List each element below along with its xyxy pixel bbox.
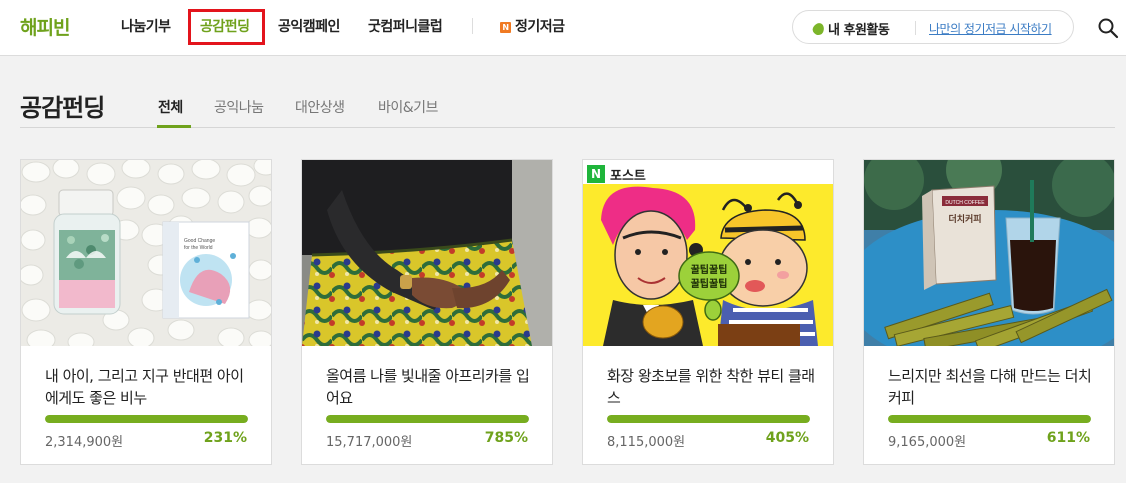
bean-leaf-icon [810, 21, 827, 37]
nav-item-goodcompany[interactable]: 굿컴퍼니클럽 [368, 16, 443, 36]
my-activity-label: 내 후원활동 [828, 23, 890, 38]
beauty-class-image: 꿀팁꿀팁 꿀팁꿀팁 N 포스트 [583, 160, 833, 346]
box-text-line-1: Good Change [184, 238, 215, 244]
funding-card[interactable]: Good Change for the World 내 아이, 그리고 지구 반… [20, 159, 272, 465]
funding-percent: 785% [484, 430, 528, 446]
tab-buy-and-give[interactable]: 바이&기브 [378, 97, 438, 117]
card-title: 화장 왕초보를 위한 착한 뷰티 클래스 [607, 367, 815, 407]
box-korean-text: 더치커피 [948, 213, 981, 225]
progress-bar-fill [45, 415, 248, 423]
progress-bar-fill [607, 415, 810, 423]
nav-divider [472, 18, 473, 34]
bubble-text-line-1: 꿀팁꿀팁 [691, 264, 728, 276]
naver-post-badge: N 포스트 [587, 164, 652, 184]
regular-savings-label: 정기저금 [515, 19, 565, 35]
funding-card[interactable]: 꿀팁꿀팁 꿀팁꿀팁 N 포스트 화장 왕초보를 위한 착한 뷰티 클래스 8,1… [582, 159, 834, 465]
post-label: 포스트 [610, 168, 646, 184]
page-title: 공감펀딩 [20, 94, 105, 122]
funding-percent: 231% [203, 430, 247, 446]
logo[interactable]: 해피빈 [20, 13, 70, 40]
card-title: 느리지만 최선을 다해 만드는 더치커피 [888, 367, 1092, 407]
dutch-coffee-image: DUTCH COFFEE 더치커피 [864, 160, 1114, 346]
progress-bar-fill [888, 415, 1091, 423]
search-icon[interactable] [1097, 17, 1119, 39]
card-title: 내 아이, 그리고 지구 반대편 아이에게도 좋은 비누 [45, 367, 244, 407]
funding-percent: 611% [1046, 430, 1090, 446]
box-text-line-2: for the World [184, 245, 213, 251]
progress-bar [45, 415, 248, 423]
funding-percent: 405% [765, 430, 809, 446]
funding-card[interactable]: 올여름 나를 빛내줄 아프리카를 입어요 15,717,000원 785% [301, 159, 553, 465]
tab-all[interactable]: 전체 [158, 97, 183, 117]
user-pill: 내 후원활동 나만의 정기저금 시작하기 [792, 10, 1074, 44]
progress-bar-fill [326, 415, 529, 423]
african-skirt-image [302, 160, 552, 346]
progress-bar [888, 415, 1091, 423]
nav-item-donation[interactable]: 나눔기부 [121, 16, 171, 36]
tab-alternative[interactable]: 대안상생 [295, 97, 345, 117]
n-badge-icon: N [500, 22, 511, 33]
box-brand-text: DUTCH COFFEE [945, 200, 985, 206]
nav-item-regular-savings[interactable]: N 정기저금 [500, 16, 565, 36]
start-savings-link[interactable]: 나만의 정기저금 시작하기 [929, 20, 1052, 37]
pill-divider [915, 21, 916, 35]
card-title: 올여름 나를 빛내줄 아프리카를 입어요 [326, 367, 530, 407]
nav-highlight-box [188, 9, 265, 45]
naver-n-icon: N [587, 165, 605, 183]
funding-amount: 9,165,000원 [888, 435, 967, 450]
nav-item-campaign[interactable]: 공익캠페인 [278, 16, 340, 36]
funding-amount: 8,115,000원 [607, 435, 686, 450]
funding-amount: 15,717,000원 [326, 435, 413, 450]
my-activity-button[interactable]: 내 후원활동 [810, 19, 890, 38]
progress-bar [607, 415, 810, 423]
tab-public-sharing[interactable]: 공익나눔 [214, 97, 264, 117]
active-tab-indicator [157, 125, 191, 128]
funding-amount: 2,314,900원 [45, 435, 124, 450]
soap-product-image: Good Change for the World [21, 160, 271, 346]
funding-card[interactable]: DUTCH COFFEE 더치커피 느리지만 최선을 다해 만드는 더치커피 9… [863, 159, 1115, 465]
bubble-text-line-2: 꿀팁꿀팁 [691, 278, 728, 290]
progress-bar [326, 415, 529, 423]
top-navigation: 해피빈 나눔기부 공감펀딩 공익캠페인 굿컴퍼니클럽 N 정기저금 내 후원활동 … [0, 0, 1126, 56]
